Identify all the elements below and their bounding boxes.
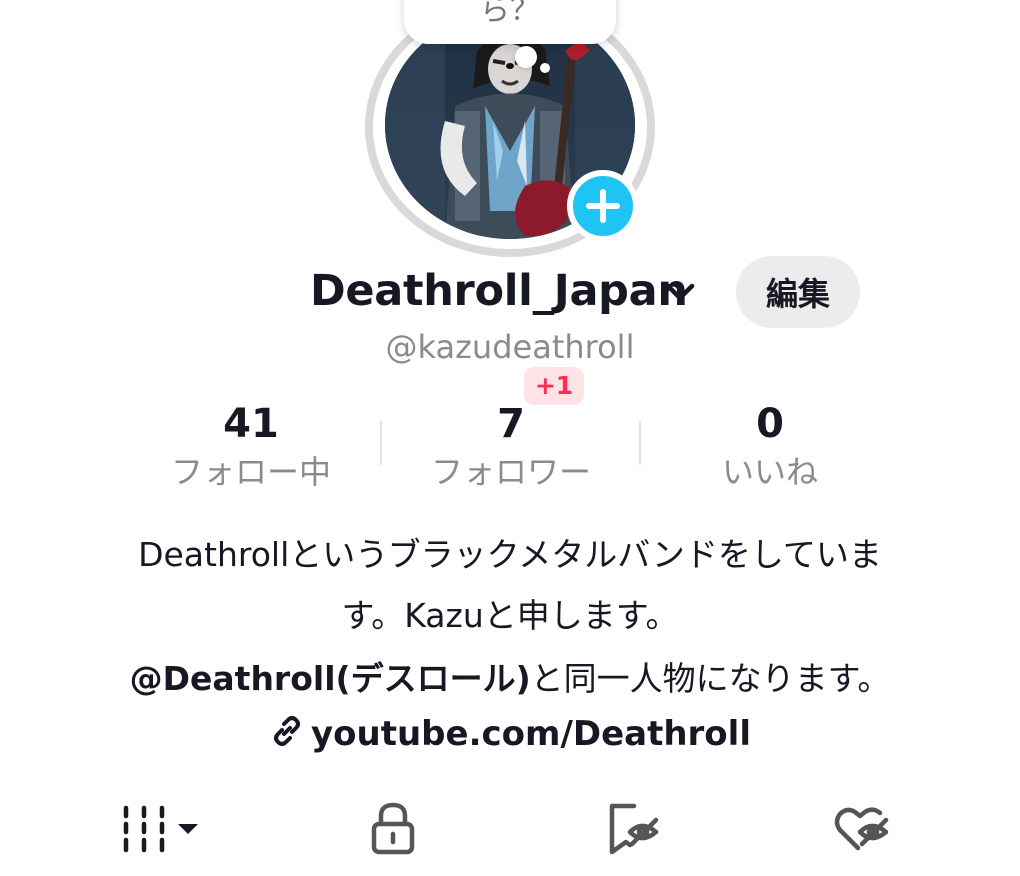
bio-link[interactable]: youtube.com/Deathroll <box>0 713 1020 758</box>
followers-stat[interactable]: 7 フォロワー <box>381 400 641 494</box>
lock-icon <box>371 802 415 855</box>
username-handle: @kazudeathroll <box>385 328 635 366</box>
mention-link[interactable]: @Deathroll(デスロール) <box>130 659 531 698</box>
tab-videos[interactable] <box>118 800 204 862</box>
likes-label: いいね <box>721 453 818 491</box>
heart-hidden-icon <box>834 807 889 851</box>
speech-bubble[interactable]: ら？ <box>404 0 616 44</box>
following-stat[interactable]: 41 フォロー中 <box>121 400 381 494</box>
display-name[interactable]: Deathroll_Japan <box>310 266 688 316</box>
tab-liked[interactable] <box>832 800 894 862</box>
edit-profile-button[interactable]: 編集 <box>736 256 860 328</box>
bio-line: Deathrollというブラックメタルバンドをしていま <box>138 535 882 574</box>
bio-line: す。Kazuと申します。 <box>341 596 679 635</box>
add-story-button[interactable] <box>567 170 639 242</box>
bookmark-hidden-icon <box>609 803 659 855</box>
followers-count: 7 <box>497 401 525 447</box>
followers-label: フォロワー <box>430 453 591 491</box>
bio-text: と同一人物になります。 <box>530 659 891 698</box>
tab-private[interactable] <box>368 800 418 862</box>
link-text: youtube.com/Deathroll <box>311 714 751 754</box>
plus-icon <box>586 189 620 223</box>
bubble-text: ら？ <box>480 0 540 28</box>
tab-favorites[interactable] <box>604 800 662 862</box>
following-label: フォロー中 <box>170 453 331 491</box>
likes-stat[interactable]: 0 いいね <box>640 400 900 494</box>
bubble-tail-dot-small <box>540 63 550 73</box>
likes-count: 0 <box>756 401 784 447</box>
link-icon <box>269 713 305 758</box>
bubble-tail-dot <box>515 46 537 68</box>
chevron-down-icon[interactable] <box>664 278 696 310</box>
bio-line-mention: @Deathroll(デスロール)と同一人物になります。 <box>0 652 1020 700</box>
grid-icon <box>123 805 198 853</box>
following-count: 41 <box>223 401 279 447</box>
